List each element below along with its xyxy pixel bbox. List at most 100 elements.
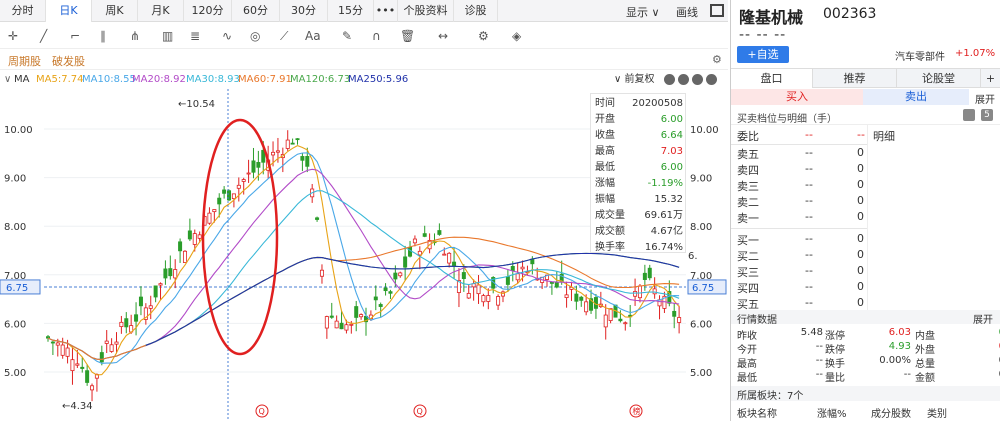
price-tag-right-text: 6.75 bbox=[692, 283, 714, 294]
right-tab[interactable]: 推荐 bbox=[813, 69, 897, 88]
parallel-tool-icon[interactable]: ∥ bbox=[100, 27, 106, 45]
tab-10[interactable]: 诊股 bbox=[454, 0, 498, 22]
ma-line bbox=[47, 144, 680, 376]
candle-body bbox=[295, 138, 300, 141]
ma-item: MA10:8.55 bbox=[82, 74, 136, 85]
draw-line-button[interactable]: 画线 bbox=[676, 4, 698, 20]
orderbook-label: 买三 bbox=[737, 266, 759, 279]
candle-body bbox=[168, 268, 173, 277]
sector-col-header[interactable]: 成分股数 bbox=[871, 405, 911, 420]
panel-toggle-icon[interactable] bbox=[710, 4, 724, 17]
info-key: 成交量 bbox=[595, 210, 625, 221]
gann-icon[interactable]: ⟋ bbox=[280, 27, 288, 45]
crop-icon[interactable]: ⌐ bbox=[70, 27, 80, 45]
candle-body bbox=[408, 246, 413, 257]
tab-5[interactable]: 60分 bbox=[232, 0, 280, 22]
wave-icon[interactable]: ∿ bbox=[222, 27, 232, 45]
tab-7[interactable]: 15分 bbox=[328, 0, 374, 22]
candle-body bbox=[173, 269, 178, 279]
info-value: 6.64 bbox=[660, 130, 683, 141]
y-tick-left: 5.00 bbox=[4, 368, 26, 379]
right-tab[interactable]: 论股堂 bbox=[897, 69, 981, 88]
sell-button[interactable]: 卖出 bbox=[863, 89, 969, 105]
candle-body bbox=[642, 272, 647, 280]
candle-body bbox=[334, 320, 339, 329]
sector-col-header[interactable]: 涨幅% bbox=[817, 405, 847, 420]
list-view-icon[interactable] bbox=[963, 109, 975, 121]
candle-body bbox=[633, 291, 638, 297]
tab-1[interactable]: 日K bbox=[46, 0, 92, 22]
settings-icon[interactable] bbox=[706, 74, 717, 85]
line-tool-icon[interactable]: ╱ bbox=[40, 27, 47, 45]
market-value: 0 bbox=[971, 341, 1000, 352]
market-value: 4.93 bbox=[888, 341, 911, 352]
candle-body bbox=[109, 344, 114, 352]
ma-name[interactable]: MA bbox=[14, 71, 29, 89]
orderbook-volume: 0 bbox=[857, 296, 864, 309]
candle-body bbox=[422, 233, 427, 237]
candle-body bbox=[647, 267, 652, 279]
pen-icon[interactable]: ✎ bbox=[342, 27, 352, 45]
orderbook-label: 买四 bbox=[737, 282, 759, 295]
trash-icon[interactable]: 🗑 bbox=[400, 27, 415, 45]
display-menu[interactable]: 显示 ∨ bbox=[626, 4, 660, 20]
right-tab[interactable]: 盘口 bbox=[731, 69, 813, 88]
orderbook-label: 卖五 bbox=[737, 148, 759, 161]
y-tick-left: 6.00 bbox=[4, 319, 26, 330]
sector-col-header[interactable]: 类别 bbox=[927, 405, 947, 420]
sector-name[interactable]: 汽车零部件 bbox=[895, 48, 945, 63]
orderbook-label: 卖四 bbox=[737, 164, 759, 177]
info-row: 涨幅 -1.19% bbox=[595, 176, 683, 192]
candle-body bbox=[271, 151, 276, 156]
tab-6[interactable]: 30分 bbox=[280, 0, 328, 22]
candle-body bbox=[207, 212, 212, 224]
add-watchlist-button[interactable]: +自选 bbox=[737, 46, 789, 63]
tab-0[interactable]: 分时 bbox=[0, 0, 46, 22]
candle-body bbox=[50, 341, 55, 344]
bars-tool-icon[interactable]: ▥ bbox=[162, 27, 173, 45]
magnet-icon[interactable]: ∩ bbox=[372, 27, 381, 45]
candle-body bbox=[417, 250, 422, 256]
tab-2[interactable]: 周K bbox=[92, 0, 138, 22]
cycle-icon[interactable]: ◎ bbox=[250, 27, 260, 45]
tab-3[interactable]: 月K bbox=[138, 0, 184, 22]
market-expand[interactable]: 展开 bbox=[973, 311, 993, 326]
info-key: 开盘 bbox=[595, 114, 615, 125]
candle-body bbox=[437, 230, 442, 235]
event-marker-text: Q bbox=[417, 407, 423, 416]
right-tab[interactable]: + bbox=[981, 69, 1000, 88]
info-key: 最高 bbox=[595, 146, 615, 157]
ma-dropdown-icon[interactable]: ∨ bbox=[4, 71, 11, 89]
tab-4[interactable]: 120分 bbox=[184, 0, 232, 22]
filter-tag-below-issue[interactable]: 破发股 bbox=[52, 53, 85, 69]
expand-horizontal-icon[interactable]: ↔ bbox=[438, 27, 448, 45]
sector-col-header[interactable]: 板块名称 bbox=[737, 405, 777, 420]
tab-9[interactable]: 个股资料 bbox=[398, 0, 454, 22]
settings-icon[interactable]: ⚙ bbox=[478, 27, 489, 45]
stock-code: 002363 bbox=[823, 6, 877, 22]
buy-button[interactable]: 买入 bbox=[731, 89, 863, 105]
gear-icon[interactable]: ⚙ bbox=[712, 53, 722, 66]
candle-body bbox=[246, 172, 251, 175]
orderbook-title: 买卖档位与明细（手） bbox=[737, 114, 837, 125]
zoom-in-icon[interactable] bbox=[678, 74, 689, 85]
info-row: 成交额 4.67亿 bbox=[595, 224, 683, 240]
text-tool-icon[interactable]: Aa bbox=[305, 27, 321, 45]
candle-body bbox=[192, 233, 197, 245]
fork-tool-icon[interactable]: ⋔ bbox=[130, 27, 140, 45]
ma-legend-bar: ∨ MA MA5:7.74 MA10:8.55 MA20:8.92 MA30:8.93 MA… bbox=[0, 71, 728, 89]
crosshair-icon[interactable]: ✛ bbox=[8, 27, 18, 45]
layers-icon[interactable]: ◈ bbox=[512, 27, 521, 45]
candle-body bbox=[403, 256, 408, 268]
zoom-out-icon[interactable] bbox=[664, 74, 675, 85]
close-icon[interactable] bbox=[692, 74, 703, 85]
filter-tag-cyclical[interactable]: 周期股 bbox=[8, 53, 41, 69]
adjust-dropdown[interactable]: ∨ 前复权 bbox=[614, 71, 655, 89]
candle-body bbox=[212, 209, 217, 213]
fibonacci-icon[interactable]: ≣ bbox=[190, 27, 200, 45]
candle-body bbox=[378, 304, 383, 307]
expand-button[interactable]: 展开 bbox=[975, 91, 995, 106]
tab-8[interactable]: ••• bbox=[374, 0, 398, 22]
candle-body bbox=[442, 253, 447, 256]
five-level-icon[interactable]: 5 bbox=[981, 109, 993, 121]
